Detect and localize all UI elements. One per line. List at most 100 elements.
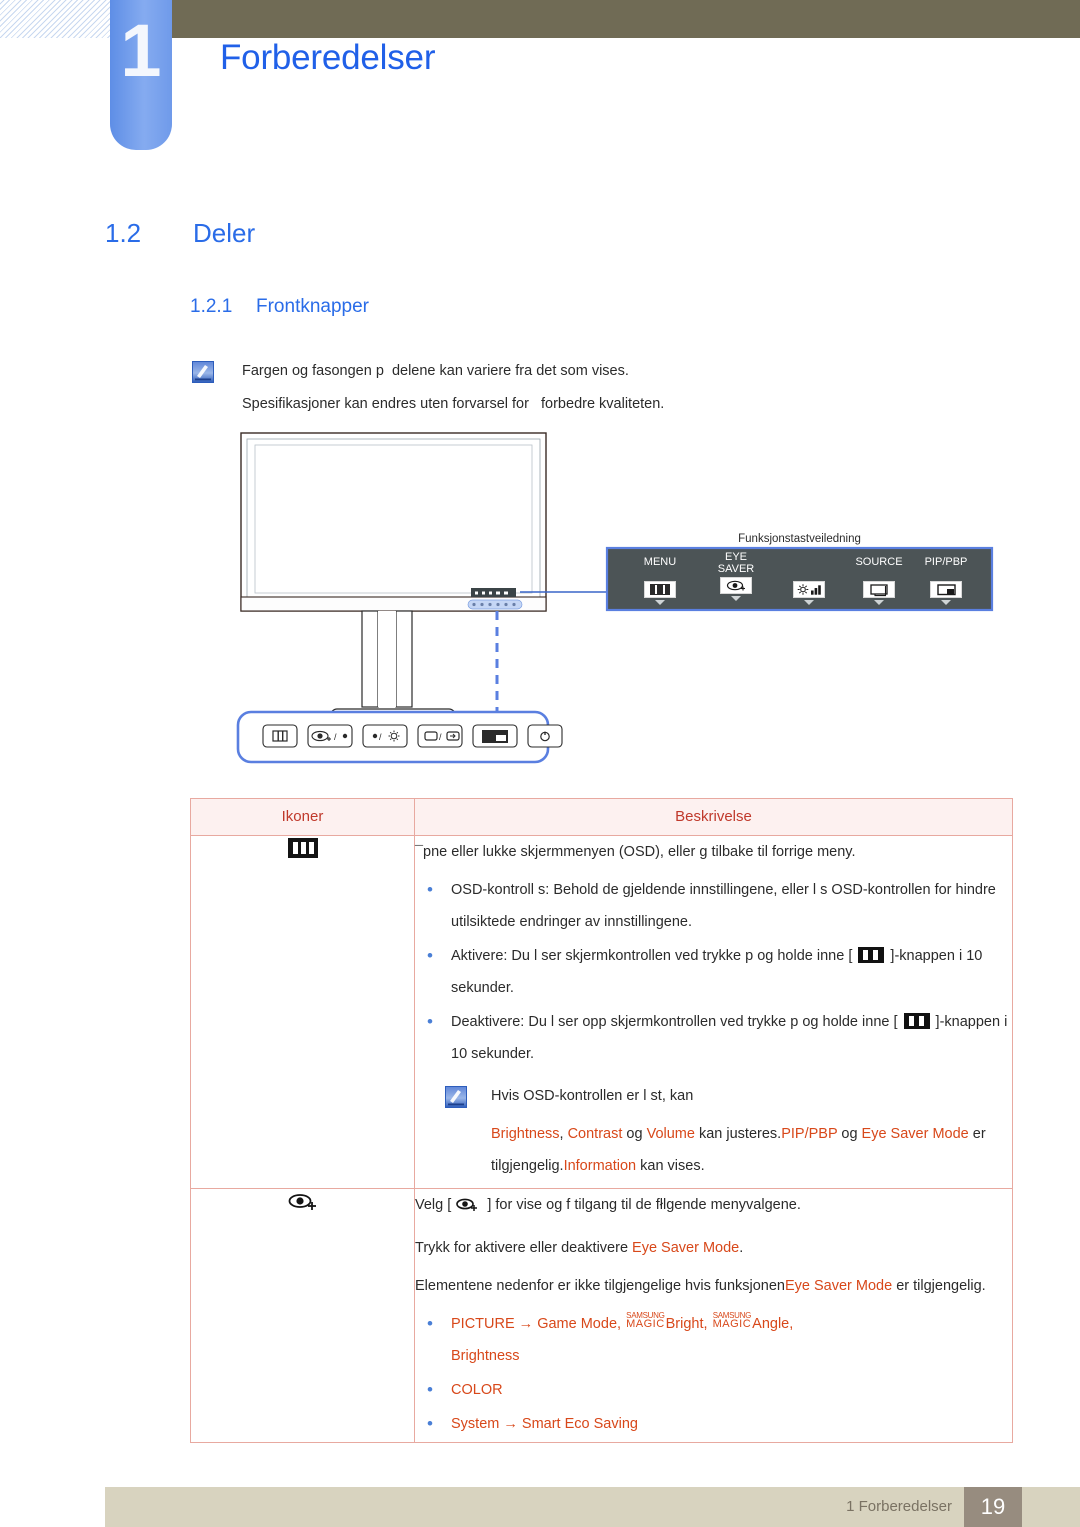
bullet-text-part-a: Deaktivere: Du l ser opp skjermkontrolle… [451, 1014, 902, 1030]
function-key-label-2: SAVER [717, 563, 755, 575]
bullet-text: OSD-kontroll s: Behold de gjeldende inns… [451, 882, 996, 930]
sep: , [789, 1316, 794, 1332]
row-description-cell-eye-saver: Velg [ ] for vise og f tilgang til de fł… [414, 1188, 1013, 1443]
function-key-label: PIP/PBP [924, 556, 968, 568]
olive-header-bar [118, 0, 1080, 38]
bullet-item: • Aktivere: Du l ser skjermkontrollen ve… [415, 940, 1012, 1004]
desc-line-2-post: . [739, 1240, 744, 1256]
intro-note-line-2: Spesifikasjoner kan endres uten forvarse… [242, 396, 665, 412]
bullet-dot: • [427, 1414, 433, 1433]
row-icon-cell-eye-saver [190, 1188, 415, 1443]
function-key-label: EYE [724, 551, 747, 563]
desc-line-2: Trykk for aktivere eller deaktivere Eye … [415, 1232, 1012, 1264]
term-angle: Angle [752, 1316, 790, 1332]
function-key-label [773, 557, 845, 568]
note-text: og [622, 1126, 647, 1142]
term-highlight: Information [563, 1158, 637, 1174]
term-eye-saver-mode: Eye Saver Mode [784, 1278, 893, 1294]
footer-chapter-text: 1 Forberedelser [846, 1498, 952, 1515]
bullet-item: • System → Smart Eco Saving [415, 1408, 1012, 1440]
term-eye-saver-mode: Eye Saver Mode [632, 1240, 740, 1256]
bullet-text-part-a: Aktivere: Du l ser skjermkontrollen ved … [451, 948, 857, 964]
icon-description-table: Ikoner Beskrivelse ¯pne eller lukke skje… [190, 798, 1013, 1443]
function-key-label-2 [625, 568, 695, 579]
function-key-label-2 [773, 568, 845, 579]
desc-line-2-pre: Trykk for aktivere eller deaktivere [415, 1240, 633, 1256]
bullet-text-picture: PICTURE → Game Mode, SAMSUNG MAGIC Bright,… [451, 1308, 1012, 1372]
function-key-brightness-volume[interactable] [773, 557, 845, 605]
intro-note-line-1: Fargen og fasongen p delene kan variere … [242, 363, 629, 379]
magic-tag-magic: MAGIC [712, 1318, 752, 1330]
page-footer: 1 Forberedelser 19 [105, 1487, 1080, 1527]
term-highlight: Brightness [491, 1126, 560, 1142]
bullet-dot: • [427, 1380, 433, 1399]
term-highlight: Contrast [567, 1126, 623, 1142]
function-key-label: MENU [643, 556, 677, 568]
bullet-item: • PICTURE → Game Mode, SAMSUNG MAGIC Brigh… [415, 1308, 1012, 1372]
function-guide-caption: Funksjonstastveiledning [738, 533, 861, 545]
chapter-header: 1 Forberedelser [0, 0, 1080, 150]
function-key-label-2 [906, 568, 986, 579]
function-key-menu[interactable]: MENU [625, 557, 695, 605]
inline-note-line-1: Hvis OSD-kontrollen er l st, kan [491, 1088, 694, 1104]
menu-key-icon [286, 836, 320, 865]
term-bright: Bright [665, 1316, 704, 1332]
sep: , [703, 1316, 712, 1332]
intro-note: Fargen og fasongen p delene kan variere … [192, 355, 992, 421]
source-icon [863, 581, 895, 598]
desc-line-1: Velg [ ] for vise og f tilgang til de fł… [415, 1189, 1012, 1226]
term-brightness: Brightness [451, 1348, 520, 1364]
row-description-cell-menu: ¯pne eller lukke skjermmenyen (OSD), ell… [414, 835, 1013, 1189]
front-button-callout: / / / [236, 710, 563, 764]
magic-tag-magic: MAGIC [626, 1318, 665, 1330]
inline-note: Hvis OSD-kontrollen er l st, kan Brightn… [445, 1080, 1012, 1188]
eye-saver-key-icon [285, 1189, 321, 1220]
term-picture: PICTURE [451, 1316, 515, 1332]
term-system-smart-eco-saving: System → Smart Eco Saving [451, 1416, 638, 1432]
desc-line-3-pre: Elementene nedenfor er ikke tilgjengelig… [415, 1278, 785, 1294]
table-header-row: Ikoner Beskrivelse [190, 798, 1013, 836]
chevron-down-icon [731, 596, 741, 601]
table-header-beskrivelse: Beskrivelse [414, 798, 1013, 836]
eye-saver-icon [720, 577, 752, 594]
footer-page-number: 19 [964, 1487, 1022, 1527]
desc-line-3: Elementene nedenfor er ikke tilgjengelig… [415, 1270, 1012, 1302]
inline-note-line-2: Brightness, Contrast og Volume kan juste… [491, 1118, 1012, 1182]
desc-line-3-post: er tilgjengelig. [892, 1278, 986, 1294]
note-text: og [837, 1126, 862, 1142]
samsung-magic-tag: SAMSUNG MAGIC [626, 1312, 665, 1330]
function-key-eye-saver[interactable]: EYE SAVER [700, 551, 772, 601]
bullet-dot: • [427, 946, 433, 965]
subsection-number: 1.2.1 [190, 296, 233, 317]
sep: , [617, 1316, 626, 1332]
bullet-dot: • [427, 1314, 433, 1333]
term-highlight: Volume [646, 1126, 695, 1142]
section-number: 1.2 [105, 218, 142, 248]
table-row: ¯pne eller lukke skjermmenyen (OSD), ell… [190, 835, 1013, 1189]
menu-icon [644, 581, 676, 598]
section-title: Deler [193, 218, 256, 248]
chapter-number-tab: 1 [110, 0, 172, 150]
function-key-labels: MENU EYE SAVER SOURCE PIP/PBP [607, 548, 992, 610]
function-key-pip-pbp[interactable]: PIP/PBP [906, 557, 986, 605]
chapter-title: Forberedelser [220, 38, 436, 77]
row-icon-cell-menu [190, 835, 415, 1189]
section-heading-1-2: 1.2 Deler [105, 218, 255, 249]
term-highlight: PIP/PBP [781, 1126, 838, 1142]
term-highlight: Eye Saver Mode [861, 1126, 969, 1142]
table-row: Velg [ ] for vise og f tilgang til de fł… [190, 1188, 1013, 1443]
brightness-volume-icon [793, 581, 825, 598]
samsung-magic-tag: SAMSUNG MAGIC [712, 1312, 752, 1330]
bullet-text: Aktivere: Du l ser skjermkontrollen ved … [451, 940, 1012, 1004]
hatch-decoration [0, 0, 118, 38]
menu-key-inline-icon [903, 1013, 930, 1029]
desc-intro: ¯pne eller lukke skjermmenyen (OSD), ell… [415, 844, 856, 860]
chevron-down-icon [941, 600, 951, 605]
chapter-number: 1 [120, 9, 162, 92]
subsection-heading-1-2-1: 1.2.1 Frontknapper [190, 296, 369, 318]
note-text: kan justeres. [694, 1126, 782, 1142]
menu-key-inline-icon [858, 947, 885, 963]
monitor-illustration [240, 432, 547, 726]
note-icon [192, 361, 214, 383]
note-text: kan vises. [636, 1158, 705, 1174]
